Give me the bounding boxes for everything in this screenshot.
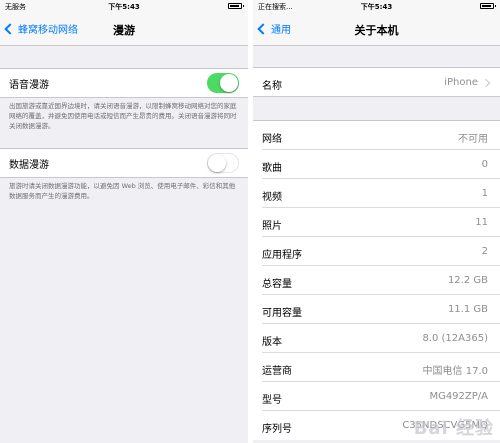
info-row-value: 1 — [481, 188, 488, 199]
info-row-value: MG492ZP/A — [429, 391, 488, 402]
info-row-label: 总容量 — [262, 279, 292, 290]
info-row: 照片 11 — [253, 208, 500, 237]
info-row: 应用程序 2 — [253, 237, 500, 266]
info-row: 网络 不可用 — [253, 121, 500, 150]
data-roaming-toggle[interactable] — [207, 153, 239, 173]
voice-roaming-note: 出国旅游或靠近国界边境时，请关闭语音漫游，以限制蜂窝移动网络对您的家庭网络的覆盖… — [9, 102, 237, 130]
info-row: 总容量 12.2 GB — [253, 266, 500, 295]
page-title: 关于本机 — [354, 24, 399, 37]
page-title: 漫游 — [113, 24, 135, 37]
nav-bar: 通用 关于本机 — [253, 12, 500, 46]
info-row-label: 可用容量 — [262, 308, 302, 319]
name-label: 名称 — [262, 81, 282, 92]
status-bar: 无服务 下午5:43 — [0, 0, 248, 12]
info-list: 网络 不可用歌曲 0 视频 1 照片 11 应用程序 2 总容量 12.2 GB 可用容量 11.1 G… — [253, 120, 500, 440]
data-roaming-group: 数据漫游 — [0, 148, 248, 178]
info-row: 视频 1 — [253, 179, 500, 208]
about-screen: 正在搜索... 下午5:43 通用 关于本机 名称 iPhone 网络 不可用歌曲… — [253, 0, 500, 443]
info-row-value: 11.1 GB — [447, 304, 488, 315]
info-row-value: 8.0 (12A365) — [422, 333, 488, 344]
info-row-label: 歌曲 — [262, 163, 282, 174]
voice-roaming-cell: 语音漫游 — [0, 69, 248, 97]
info-row-label: 型号 — [262, 395, 282, 406]
info-row-label: 运营商 — [262, 366, 292, 377]
voice-roaming-toggle[interactable] — [207, 73, 239, 93]
info-row: 可用容量 11.1 GB — [253, 295, 500, 324]
battery-icon — [480, 3, 496, 9]
info-row-value: 0 — [481, 159, 488, 170]
info-row: 运营商 中国电信 17.0 — [253, 353, 500, 382]
name-row[interactable]: 名称 iPhone — [253, 67, 500, 97]
data-roaming-label: 数据漫游 — [9, 159, 49, 171]
info-row-value: 12.2 GB — [447, 275, 488, 286]
info-row-label: 序列号 — [262, 424, 292, 435]
watermark: Bai 经验 — [413, 418, 494, 439]
data-roaming-note: 旅游时请关闭数据漫游功能，以避免因 Web 浏览、使用电子邮件、彩信和其他数据服… — [9, 182, 236, 200]
chevron-right-icon — [481, 78, 491, 88]
info-row-label: 视频 — [262, 192, 282, 203]
info-row-value: 2 — [481, 246, 488, 257]
status-time: 下午5:43 — [360, 3, 393, 11]
nav-bar: 蜂窝移动网络 漫游 — [0, 12, 248, 46]
info-row-label: 照片 — [262, 221, 282, 232]
battery-icon — [228, 3, 244, 9]
info-row: 版本 8.0 (12A365) — [253, 324, 500, 353]
data-roaming-cell: 数据漫游 — [0, 149, 248, 177]
info-row: 型号 MG492ZP/A — [253, 382, 500, 411]
name-value: iPhone — [444, 77, 478, 88]
info-row-label: 版本 — [262, 337, 282, 348]
info-row-label: 网络 — [262, 134, 282, 145]
info-row: 歌曲 0 — [253, 150, 500, 179]
info-row-value: 中国电信 17.0 — [422, 366, 488, 377]
info-row-label: 应用程序 — [262, 250, 302, 261]
status-time: 下午5:43 — [108, 3, 140, 11]
info-row-value: 不可用 — [458, 134, 488, 145]
status-bar: 正在搜索... 下午5:43 — [253, 0, 500, 12]
voice-roaming-label: 语音漫游 — [9, 79, 49, 91]
voice-roaming-group: 语音漫游 — [0, 68, 248, 98]
info-row-value: 11 — [475, 217, 488, 228]
roaming-screen: 无服务 下午5:43 蜂窝移动网络 漫游 语音漫游 出国旅游或靠近国界边境时，请… — [0, 0, 248, 443]
